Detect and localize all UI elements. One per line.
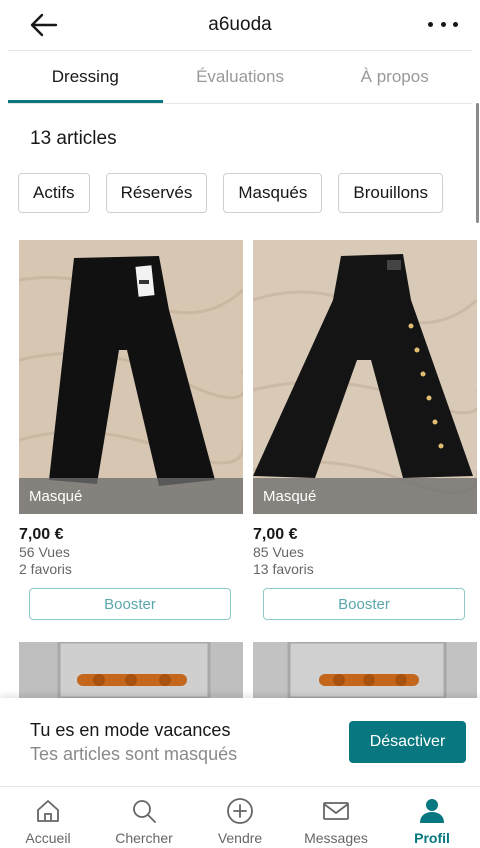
- item-price: 7,00 €: [19, 526, 64, 543]
- page-title: a6uoda: [208, 14, 272, 35]
- nav-messages-label: Messages: [304, 830, 368, 846]
- filter-drafts[interactable]: Brouillons: [338, 173, 444, 213]
- item-favorites: 2 favoris: [19, 561, 72, 577]
- scrollbar[interactable]: [476, 103, 479, 223]
- item-favorites: 13 favoris: [253, 561, 314, 577]
- deactivate-button[interactable]: Désactiver: [349, 721, 466, 763]
- nav-home-label: Accueil: [25, 830, 71, 846]
- filter-hidden[interactable]: Masqués: [223, 173, 323, 213]
- item-card: Masqué 7,00 € 56 Vues 2 favoris Booster: [19, 240, 243, 620]
- nav-profile[interactable]: Profil: [384, 787, 480, 848]
- tabs-divider: [8, 103, 472, 104]
- bottom-nav: Accueil Chercher Vendre Messages Profil: [0, 786, 480, 848]
- vacation-title: Tu es en mode vacances: [30, 720, 231, 740]
- item-price: 7,00 €: [253, 526, 298, 543]
- nav-sell-label: Vendre: [217, 830, 263, 846]
- tab-evaluations[interactable]: Évaluations: [163, 51, 318, 103]
- tab-about[interactable]: À propos: [317, 51, 472, 103]
- filter-active[interactable]: Actifs: [18, 173, 90, 213]
- nav-profile-label: Profil: [414, 830, 450, 846]
- item-photo[interactable]: Masqué: [19, 240, 243, 514]
- tab-dressing[interactable]: Dressing: [8, 51, 163, 103]
- status-overlay: Masqué: [19, 478, 243, 514]
- coat-rack-photo: [253, 642, 477, 698]
- top-bar: a6uoda: [0, 0, 480, 50]
- item-photo-partial[interactable]: [19, 642, 243, 698]
- nav-sell[interactable]: Vendre: [192, 787, 288, 848]
- home-icon: [37, 800, 59, 822]
- nav-home[interactable]: Accueil: [0, 787, 96, 848]
- item-photo-partial[interactable]: [253, 642, 477, 698]
- filter-reserved[interactable]: Réservés: [105, 173, 208, 213]
- item-views: 85 Vues: [253, 544, 304, 560]
- filter-chips: Actifs Réservés Masqués Brouillons: [18, 173, 444, 213]
- status-overlay: Masqué: [253, 478, 477, 514]
- vacation-subtitle: Tes articles sont masqués: [30, 744, 238, 764]
- item-card: Masqué 7,00 € 85 Vues 13 favoris Booster: [253, 240, 477, 620]
- mail-icon: [323, 802, 349, 820]
- item-photo[interactable]: Masqué: [253, 240, 477, 514]
- back-arrow-icon[interactable]: [30, 12, 58, 38]
- nav-messages[interactable]: Messages: [288, 787, 384, 848]
- plus-circle-icon: [227, 798, 253, 824]
- trousers-photo: [19, 240, 243, 514]
- item-views: 56 Vues: [19, 544, 70, 560]
- profile-tabs: Dressing Évaluations À propos: [8, 51, 472, 103]
- search-icon: [133, 800, 156, 823]
- coat-rack-photo: [19, 642, 243, 698]
- boost-button[interactable]: Booster: [263, 588, 465, 620]
- nav-search-label: Chercher: [115, 830, 173, 846]
- nav-search[interactable]: Chercher: [96, 787, 192, 848]
- item-count: 13 articles: [30, 128, 117, 149]
- more-options-icon[interactable]: [428, 14, 458, 34]
- boost-button[interactable]: Booster: [29, 588, 231, 620]
- vacation-banner: Tu es en mode vacances Tes articles sont…: [0, 698, 480, 786]
- trousers-photo: [253, 240, 477, 514]
- profile-icon: [420, 799, 444, 823]
